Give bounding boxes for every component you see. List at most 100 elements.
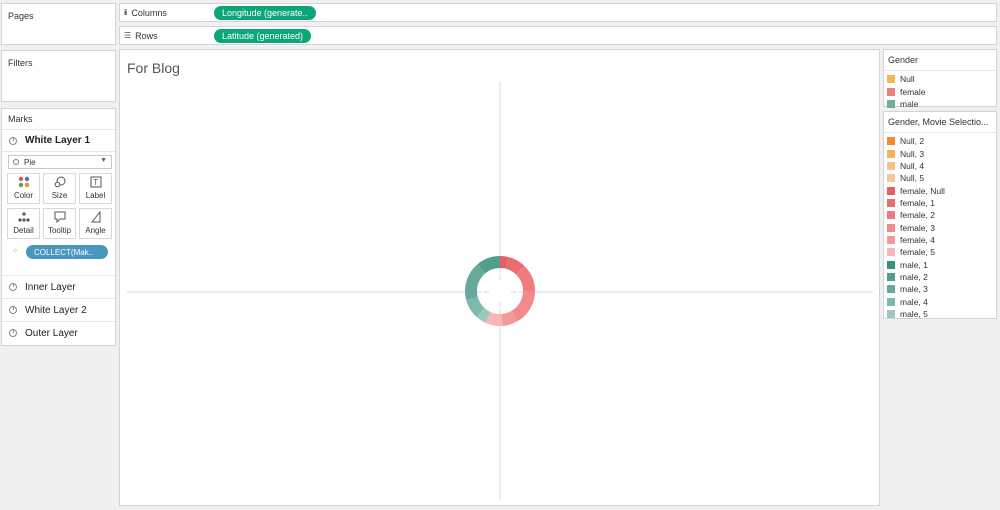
label-text-icon: T [90, 176, 101, 188]
legend-swatch [887, 75, 895, 84]
legend-label: male [900, 98, 919, 109]
legend-label: female, Null [900, 185, 945, 196]
layer-label: White Layer 2 [25, 304, 87, 316]
chevron-down-icon: ▼ [100, 157, 107, 164]
tooltip-icon [54, 211, 65, 223]
mark-type-value: Pie [24, 157, 36, 167]
legend-swatch [887, 99, 895, 108]
filters-title: Filters [8, 58, 33, 68]
legend-item[interactable]: female, 3 [884, 221, 996, 233]
detail-button-label: Detail [13, 226, 34, 235]
gender-legend: Gender Null female male [883, 49, 997, 110]
collect-detail-pill[interactable]: COLLECT(Mak.. [26, 245, 108, 259]
legend-swatch [887, 297, 895, 306]
legend-label: female, 3 [900, 222, 935, 233]
marks-layer-outer-layer[interactable]: Outer Layer [2, 321, 115, 344]
label-button[interactable]: T Label [79, 173, 112, 204]
legend-label: Null, 2 [900, 136, 925, 147]
rows-shelf[interactable]: ☰ Rows Latitude (generated) [119, 26, 997, 45]
pie-layer-icon [9, 306, 17, 314]
legend-item[interactable]: female, 1 [884, 197, 996, 209]
marks-layer-white-layer-1[interactable]: White Layer 1 [2, 130, 115, 152]
color-button-label: Color [13, 191, 34, 200]
legend-swatch [887, 309, 895, 318]
legend-label: female, 1 [900, 197, 935, 208]
detail-button[interactable]: Detail [7, 208, 40, 239]
donut-segments [465, 256, 535, 326]
legend-swatch [887, 248, 895, 257]
legend-item[interactable]: male [884, 98, 996, 110]
legend-label: male, 5 [900, 308, 928, 319]
size-button[interactable]: Size [43, 173, 76, 204]
columns-shelf[interactable]: iii Columns Longitude (generate.. [119, 3, 997, 22]
legend-label: female, 5 [900, 247, 935, 258]
legend-swatch [887, 87, 895, 96]
gender-movie-legend-title: Gender, Movie Selectio... [884, 112, 996, 133]
legend-item[interactable]: Null, 2 [884, 135, 996, 147]
tooltip-button-label: Tooltip [47, 226, 72, 235]
legend-label: male, 4 [900, 296, 928, 307]
legend-item[interactable]: male, 2 [884, 271, 996, 283]
legend-label: Null, 5 [900, 173, 925, 184]
legend-swatch [887, 186, 895, 195]
legend-label: female [900, 86, 926, 97]
legend-swatch [887, 149, 895, 158]
legend-item[interactable]: male, 3 [884, 283, 996, 295]
columns-label-text: Columns [131, 7, 167, 18]
legend-item[interactable]: female, Null [884, 184, 996, 196]
legend-swatch [887, 285, 895, 294]
legend-swatch [887, 174, 895, 183]
mark-type-dropdown[interactable]: Pie ▼ [8, 155, 112, 169]
viz-canvas[interactable]: For Blog [119, 49, 880, 506]
color-button[interactable]: Color [7, 173, 40, 204]
legend-item[interactable]: female, 4 [884, 234, 996, 246]
legend-item[interactable]: male, 1 [884, 258, 996, 270]
pie-mark-icon [13, 159, 19, 165]
gender-movie-legend-items: Null, 2 Null, 3 Null, 4 Null, 5 female, Null… [884, 133, 996, 320]
gender-movie-legend: Gender, Movie Selectio... Null, 2 Null, 3… [883, 111, 997, 319]
pages-shelf[interactable]: Pages [1, 3, 116, 45]
legend-item[interactable]: female, 2 [884, 209, 996, 221]
filters-shelf[interactable]: Filters [1, 50, 116, 102]
angle-icon [90, 211, 100, 223]
legend-item[interactable]: Null, 3 [884, 147, 996, 159]
detail-dots-icon [17, 212, 30, 222]
tooltip-button[interactable]: Tooltip [43, 208, 76, 239]
legend-item[interactable]: male, 5 [884, 308, 996, 320]
legend-label: male, 1 [900, 259, 928, 270]
longitude-pill[interactable]: Longitude (generate.. [214, 5, 316, 20]
legend-label: Null [900, 74, 915, 85]
marks-layer-inner-layer[interactable]: Inner Layer [2, 275, 115, 298]
legend-item[interactable]: Null, 4 [884, 160, 996, 172]
marks-title: Marks [2, 109, 115, 130]
gender-legend-title: Gender [884, 50, 996, 71]
legend-label: male, 2 [900, 271, 928, 282]
legend-swatch [887, 198, 895, 207]
latitude-pill[interactable]: Latitude (generated) [214, 28, 312, 43]
marks-layer-white-layer-2[interactable]: White Layer 2 [2, 298, 115, 321]
legend-item[interactable]: female [884, 85, 996, 97]
gender-legend-items: Null female male [884, 71, 996, 110]
legend-swatch [887, 161, 895, 170]
legend-label: Null, 4 [900, 160, 925, 171]
size-button-label: Size [51, 191, 68, 200]
color-palette-icon [18, 176, 29, 188]
legend-item[interactable]: Null [884, 73, 996, 85]
rows-icon: ☰ [124, 31, 131, 40]
pages-title: Pages [8, 11, 34, 21]
svg-text:T: T [93, 178, 98, 187]
legend-item[interactable]: male, 4 [884, 295, 996, 307]
angle-button-label: Angle [85, 226, 106, 235]
legend-label: female, 4 [900, 234, 935, 245]
outer-ring-slice[interactable] [511, 291, 536, 322]
layer-label: Inner Layer [25, 281, 76, 293]
legend-swatch [887, 235, 895, 244]
label-button-label: Label [85, 191, 106, 200]
marks-card: Marks White Layer 1 Pie ▼ Color Size T L… [1, 108, 116, 346]
angle-button[interactable]: Angle [79, 208, 112, 239]
legend-item[interactable]: female, 5 [884, 246, 996, 258]
legend-label: female, 2 [900, 210, 935, 221]
legend-label: Null, 3 [900, 148, 925, 159]
legend-item[interactable]: Null, 5 [884, 172, 996, 184]
legend-swatch [887, 137, 895, 146]
